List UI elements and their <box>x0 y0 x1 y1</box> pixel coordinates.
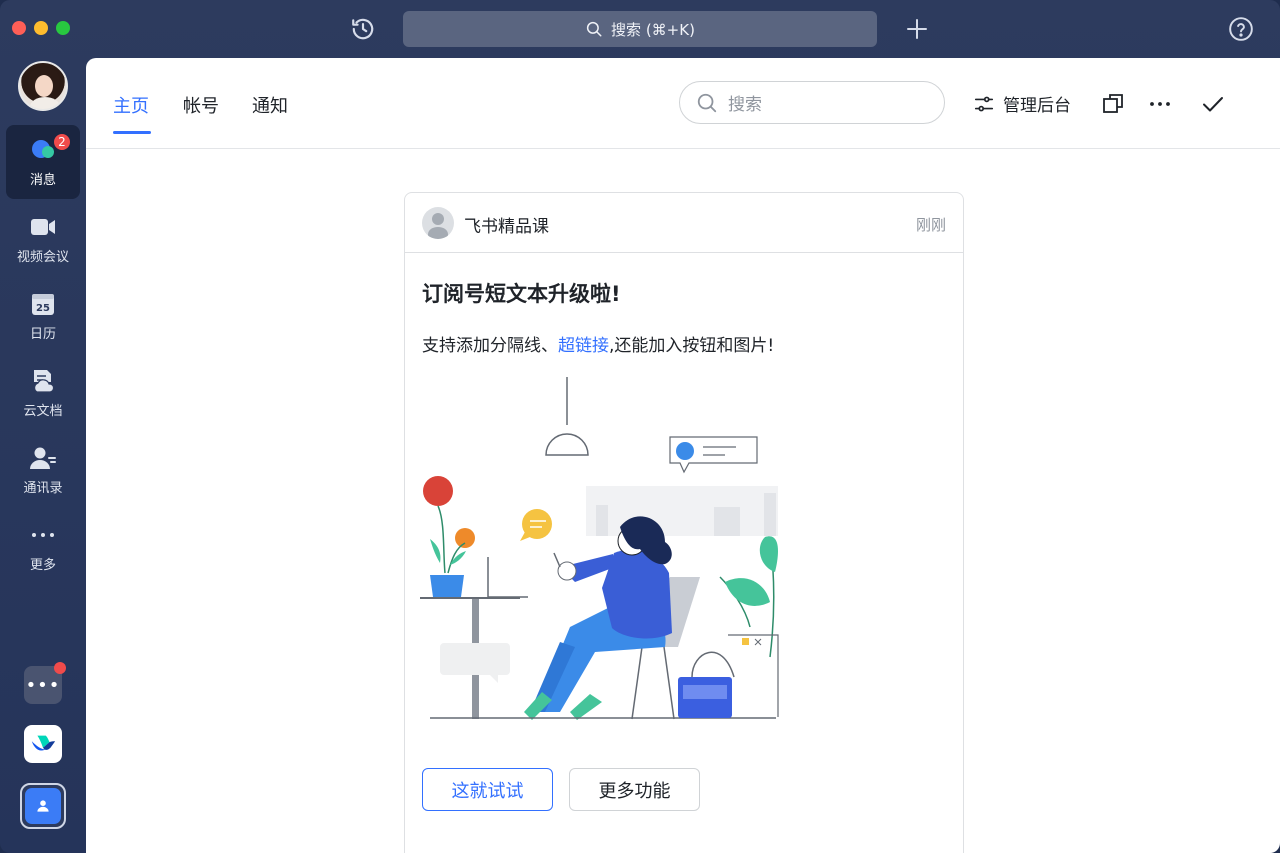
global-search-placeholder: 搜索 (⌘+K) <box>611 20 695 39</box>
minimize-window-button[interactable] <box>34 21 48 35</box>
sidebar-item-label: 日历 <box>29 326 56 342</box>
calendar-icon: 25 <box>32 293 54 315</box>
content-header: 主页 帐号 通知 搜索 管理后台 <box>86 58 1280 149</box>
sidebar-item-video-meeting[interactable]: 视频会议 <box>6 202 80 276</box>
sidebar-item-contacts[interactable]: 通讯录 <box>6 433 80 507</box>
history-icon[interactable] <box>350 16 376 42</box>
card-body-text: 支持添加分隔线、超链接,还能加入按钮和图片! <box>422 331 774 356</box>
help-icon[interactable] <box>1228 16 1254 42</box>
more-features-button[interactable]: 更多功能 <box>569 768 700 811</box>
sidebar-item-label: 云文档 <box>23 403 63 419</box>
try-it-button[interactable]: 这就试试 <box>422 768 553 811</box>
global-search-bar[interactable]: 搜索 (⌘+K) <box>403 11 877 47</box>
more-apps-button[interactable]: ••• <box>24 662 66 704</box>
message-card: 飞书精品课 刚刚 订阅号短文本升级啦! 支持添加分隔线、超链接,还能加入按钮和图… <box>404 192 964 853</box>
cloud-doc-icon <box>34 369 55 393</box>
user-avatar[interactable] <box>18 61 68 111</box>
admin-console-label: 管理后台 <box>1003 96 1071 116</box>
tab-notifications[interactable]: 通知 <box>252 92 288 118</box>
app-window: 搜索 (⌘+K) 消息 2 视频会议 25 日历 云文档 通讯录 更多 ••• … <box>0 0 1280 853</box>
sidebar-item-label: 通讯录 <box>23 480 63 496</box>
calendar-date-text: 25 <box>36 303 50 314</box>
sidebar-item-label: 消息 <box>29 172 56 188</box>
sidebar-item-calendar[interactable]: 25 日历 <box>6 279 80 353</box>
sidebar-item-more[interactable]: 更多 <box>6 510 80 584</box>
sidebar-item-label: 更多 <box>29 557 56 573</box>
more-options-icon[interactable] <box>1148 92 1172 116</box>
close-window-button[interactable] <box>12 21 26 35</box>
more-dots-icon <box>32 532 54 537</box>
hyperlink[interactable]: 超链接 <box>558 336 609 356</box>
sidebar-item-cloud-docs[interactable]: 云文档 <box>6 356 80 430</box>
card-header: 飞书精品课 刚刚 <box>405 193 963 253</box>
settings-sliders-icon <box>974 96 994 111</box>
card-title: 订阅号短文本升级啦! <box>422 282 621 306</box>
search-icon <box>697 93 717 112</box>
active-tab-indicator <box>113 131 151 134</box>
checkmark-icon[interactable] <box>1201 92 1225 116</box>
card-illustration <box>420 377 779 720</box>
notification-dot <box>54 662 66 674</box>
admin-console-button[interactable]: 管理后台 <box>973 91 1071 116</box>
tab-home[interactable]: 主页 <box>113 92 149 118</box>
search-placeholder: 搜索 <box>728 95 762 115</box>
sender-avatar[interactable] <box>422 207 454 239</box>
search-icon <box>586 21 602 37</box>
sidebar-item-label: 视频会议 <box>16 249 69 265</box>
tab-account[interactable]: 帐号 <box>183 92 219 118</box>
person-icon <box>37 800 49 812</box>
message-timestamp: 刚刚 <box>915 216 946 234</box>
body-text-after-link: ,还能加入按钮和图片! <box>609 336 775 356</box>
sender-name[interactable]: 飞书精品课 <box>464 212 549 237</box>
new-window-icon[interactable] <box>1101 92 1125 116</box>
search-input[interactable]: 搜索 <box>679 81 945 124</box>
video-camera-icon <box>31 218 55 235</box>
window-controls <box>12 21 70 35</box>
unread-badge: 2 <box>52 132 72 152</box>
sidebar: 消息 2 视频会议 25 日历 云文档 通讯录 更多 ••• <box>0 58 86 853</box>
profile-app-button[interactable] <box>20 783 66 829</box>
plus-icon[interactable] <box>905 17 929 41</box>
ellipsis-icon: ••• <box>25 674 61 696</box>
body-text-before-link: 支持添加分隔线、 <box>422 336 558 356</box>
sidebar-item-messages[interactable]: 消息 2 <box>6 125 80 199</box>
contacts-icon <box>30 447 56 469</box>
lark-app-icon[interactable] <box>24 725 62 763</box>
maximize-window-button[interactable] <box>56 21 70 35</box>
main-panel: 主页 帐号 通知 搜索 管理后台 飞书精品课 刚刚 订阅号短文本升级啦! 支持添… <box>86 58 1280 853</box>
